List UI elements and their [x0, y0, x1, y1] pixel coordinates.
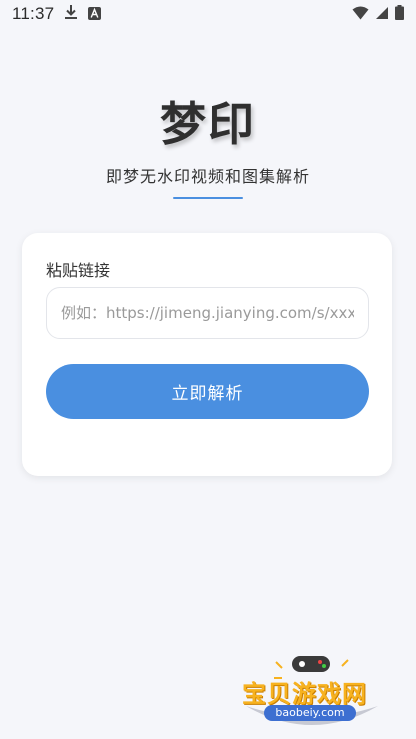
download-icon: [64, 4, 78, 24]
signal-icon: [375, 5, 389, 24]
status-right: [352, 4, 404, 24]
watermark-logo: 宝贝游戏网 baobeiy.com: [238, 648, 386, 730]
status-left: 11:37: [12, 4, 102, 24]
battery-icon: [395, 4, 404, 24]
status-bar: 11:37: [0, 0, 416, 28]
parse-button[interactable]: 立即解析: [46, 364, 369, 419]
watermark-text: 宝贝游戏网: [242, 680, 367, 708]
a-badge-icon: [88, 5, 102, 24]
title-underline: [173, 197, 243, 199]
paste-link-label: 粘贴链接: [46, 261, 111, 280]
wifi-icon: [352, 5, 369, 24]
link-input[interactable]: [46, 287, 369, 339]
gamepad-icon: [292, 656, 330, 672]
app-title: 梦印: [160, 97, 256, 151]
app-subtitle: 即梦无水印视频和图集解析: [105, 167, 310, 186]
parse-card: 粘贴链接 立即解析: [22, 233, 392, 476]
status-time: 11:37: [12, 4, 55, 23]
watermark-url: baobeiy.com: [264, 705, 356, 721]
